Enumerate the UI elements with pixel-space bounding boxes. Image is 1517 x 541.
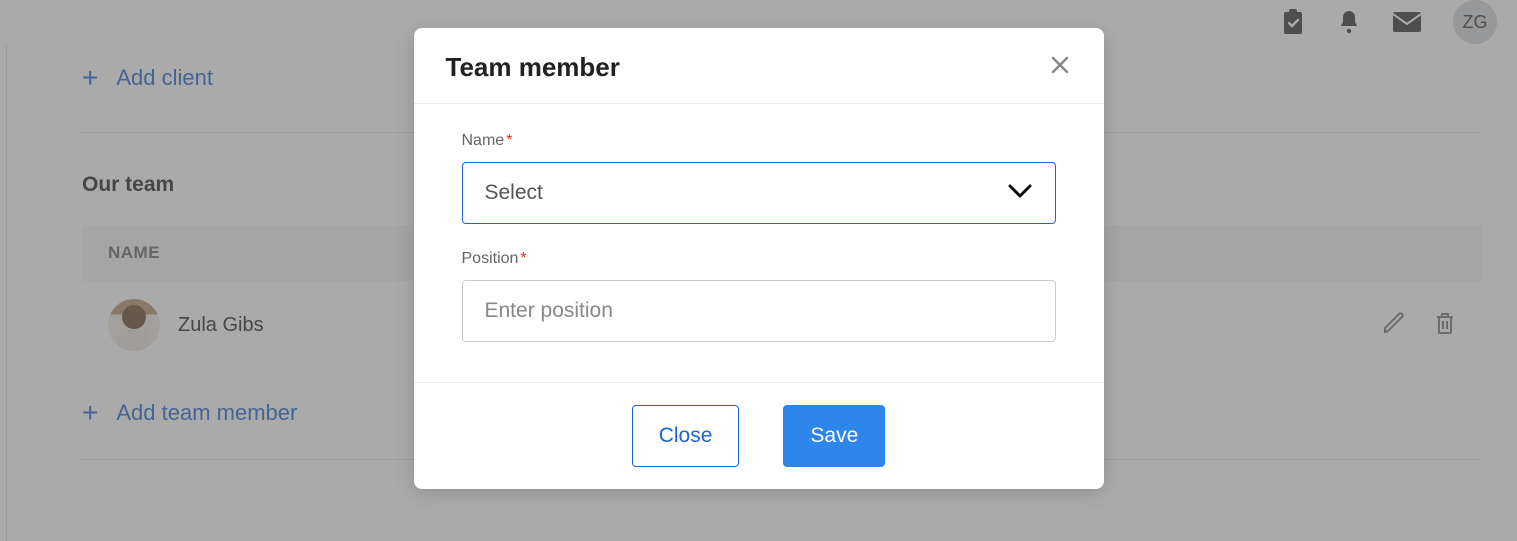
close-icon[interactable] — [1048, 53, 1072, 82]
position-label-text: Position — [462, 250, 519, 267]
save-button[interactable]: Save — [783, 405, 885, 467]
chevron-down-icon — [1007, 181, 1033, 205]
required-asterisk: * — [506, 132, 512, 149]
save-button-label: Save — [810, 424, 858, 448]
name-select[interactable]: Select — [462, 162, 1056, 224]
name-select-placeholder: Select — [485, 181, 543, 205]
position-field-group: Position* — [462, 250, 1056, 342]
modal-title: Team member — [446, 52, 620, 83]
required-asterisk: * — [520, 250, 526, 267]
modal-body: Name* Select Position* — [414, 104, 1104, 382]
name-label: Name* — [462, 132, 1056, 150]
team-member-modal: Team member Name* Select Position — [414, 28, 1104, 489]
name-field-group: Name* Select — [462, 132, 1056, 224]
position-label: Position* — [462, 250, 1056, 268]
close-button[interactable]: Close — [632, 405, 740, 467]
name-label-text: Name — [462, 132, 505, 149]
position-input[interactable] — [462, 280, 1056, 342]
close-button-label: Close — [659, 424, 713, 448]
modal-overlay[interactable]: Team member Name* Select Position — [0, 0, 1517, 541]
modal-header: Team member — [414, 28, 1104, 104]
modal-footer: Close Save — [414, 382, 1104, 489]
